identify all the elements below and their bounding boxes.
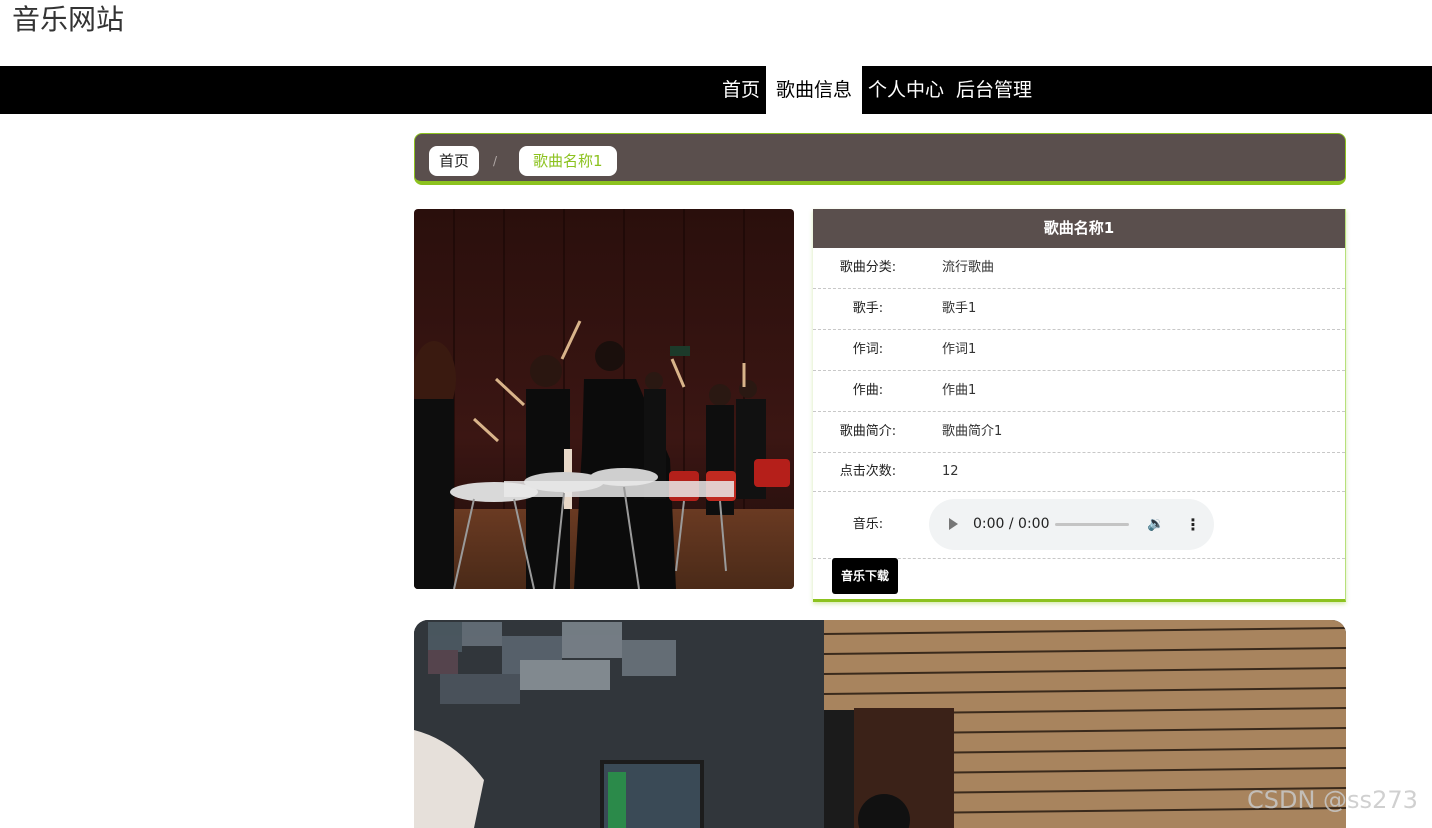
player-time: 0:00 / 0:00: [973, 516, 1050, 532]
breadcrumb-separator: /: [493, 154, 498, 168]
info-row-composer: 作曲: 作曲1: [813, 371, 1345, 412]
nav-items: 首页 歌曲信息 个人中心 后台管理: [716, 66, 1038, 114]
nav-item-personal-center[interactable]: 个人中心: [862, 66, 950, 114]
more-options-icon[interactable]: ⋮: [1185, 499, 1201, 550]
nav-item-admin[interactable]: 后台管理: [950, 66, 1038, 114]
composer-label: 作曲:: [852, 383, 884, 398]
singer-value: 歌手1: [942, 301, 977, 316]
singer-label: 歌手:: [852, 301, 884, 316]
click-count-label: 点击次数:: [839, 464, 897, 479]
category-label: 歌曲分类:: [839, 260, 897, 275]
info-row-music: 音乐: 0:00 / 0:00 🔉 ⋮: [813, 492, 1345, 559]
nav-item-song-info[interactable]: 歌曲信息: [766, 66, 863, 114]
nav-item-home[interactable]: 首页: [716, 66, 766, 114]
studio-image: [414, 620, 1346, 828]
site-title: 音乐网站: [12, 3, 125, 36]
click-count-value: 12: [942, 464, 959, 479]
lyricist-value: 作词1: [942, 342, 977, 357]
breadcrumb-home-link[interactable]: 首页: [429, 146, 480, 176]
category-value: 流行歌曲: [942, 260, 995, 275]
composer-value: 作曲1: [942, 383, 977, 398]
intro-value: 歌曲简介1: [942, 424, 1003, 439]
audio-player[interactable]: 0:00 / 0:00 🔉 ⋮: [929, 499, 1214, 550]
audio-progress-slider[interactable]: [1055, 523, 1129, 526]
info-row-lyricist: 作词: 作词1: [813, 330, 1345, 371]
watermark: CSDN @ss273: [1247, 786, 1418, 814]
song-info-panel: 歌曲名称1 歌曲分类: 流行歌曲 歌手: 歌手1 作词: 作词1 作曲: 作曲1…: [813, 209, 1346, 602]
info-row-click-count: 点击次数: 12: [813, 453, 1345, 492]
music-download-button[interactable]: 音乐下载: [832, 558, 899, 594]
breadcrumb-current: 歌曲名称1: [519, 146, 617, 176]
main-navbar: 首页 歌曲信息 个人中心 后台管理: [0, 66, 1432, 114]
info-row-intro: 歌曲简介: 歌曲简介1: [813, 412, 1345, 453]
info-row-category: 歌曲分类: 流行歌曲: [813, 248, 1345, 289]
song-title-header: 歌曲名称1: [813, 209, 1345, 248]
intro-label: 歌曲简介:: [839, 424, 897, 439]
volume-icon[interactable]: 🔉: [1147, 513, 1164, 535]
play-icon[interactable]: [949, 518, 958, 530]
info-row-singer: 歌手: 歌手1: [813, 289, 1345, 330]
breadcrumb: 首页 / 歌曲名称1: [414, 133, 1346, 185]
lyricist-label: 作词:: [852, 342, 884, 357]
song-cover-image: [414, 209, 794, 589]
music-label: 音乐:: [852, 517, 884, 532]
